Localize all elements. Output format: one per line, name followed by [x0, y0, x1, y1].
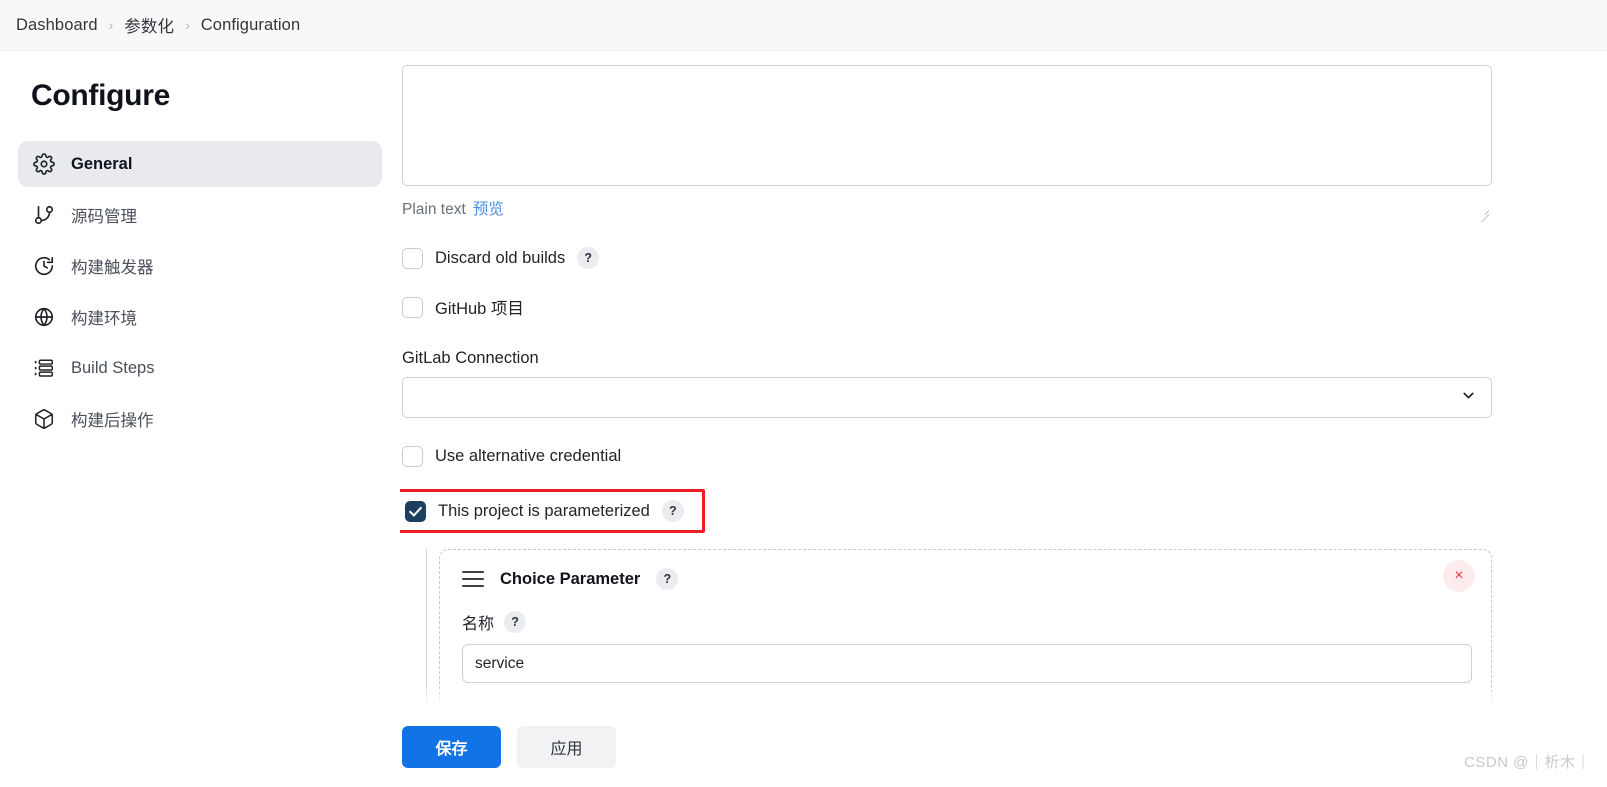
sidebar-item-build-triggers[interactable]: 构建触发器	[18, 243, 382, 289]
breadcrumb: Dashboard › 参数化 › Configuration	[0, 0, 1607, 51]
drag-handle-icon[interactable]	[462, 571, 484, 587]
description-preview-link[interactable]: 预览	[473, 197, 504, 219]
parameterized-checkbox[interactable]	[405, 500, 426, 522]
watermark: CSDN @｜析木｜	[1464, 754, 1591, 771]
page-body: Configure General 源码管理 构建触发器 构建环境 Build …	[0, 51, 1607, 787]
globe-icon	[32, 305, 56, 329]
breadcrumb-item-project[interactable]: 参数化	[124, 13, 174, 37]
parameter-name-label-row: 名称 ?	[462, 610, 1469, 634]
choice-parameter-title: Choice Parameter	[500, 569, 641, 588]
parameterized-highlight-box: This project is parameterized ?	[400, 489, 705, 533]
discard-old-builds-row[interactable]: Discard old builds ?	[402, 247, 1492, 269]
sidebar-item-label: 源码管理	[71, 208, 137, 226]
breadcrumb-item-configuration[interactable]: Configuration	[201, 16, 300, 35]
sidebar-item-label: 构建后操作	[71, 412, 154, 430]
description-textarea[interactable]	[402, 65, 1492, 186]
sidebar: Configure General 源码管理 构建触发器 构建环境 Build …	[0, 51, 400, 787]
sidebar-item-label: General	[71, 154, 133, 173]
parameterized-help-icon[interactable]: ?	[661, 500, 684, 522]
remove-parameter-button[interactable]: ×	[1443, 560, 1475, 592]
choice-parameter-card: Choice Parameter ? × 名称 ?	[439, 549, 1492, 710]
parameter-list: Choice Parameter ? × 名称 ?	[402, 549, 1492, 740]
package-icon	[32, 407, 56, 431]
use-alternative-credential-checkbox[interactable]	[402, 446, 423, 467]
parameterized-label: This project is parameterized	[438, 501, 650, 520]
sidebar-item-build-steps[interactable]: Build Steps	[18, 345, 382, 391]
page-title: Configure	[31, 79, 170, 112]
discard-old-builds-label: Discard old builds	[435, 248, 566, 267]
sidebar-item-post-build-actions[interactable]: 构建后操作	[18, 396, 382, 442]
discard-old-builds-checkbox[interactable]	[402, 247, 423, 269]
breadcrumb-separator: ›	[108, 17, 114, 33]
apply-button[interactable]: 应用	[517, 726, 616, 768]
breadcrumb-item-dashboard[interactable]: Dashboard	[16, 16, 98, 35]
sidebar-item-label: Build Steps	[71, 358, 155, 377]
github-project-row[interactable]: GitHub 项目	[402, 295, 1492, 319]
breadcrumb-separator: ›	[185, 17, 190, 33]
clock-icon	[32, 254, 56, 278]
form-action-bar: 保存 应用 CSDN @｜析木｜	[0, 685, 1607, 787]
github-project-checkbox[interactable]	[402, 296, 423, 318]
discard-old-builds-help-icon[interactable]: ?	[577, 247, 600, 269]
use-alternative-credential-label: Use alternative credential	[435, 447, 622, 465]
choice-parameter-header: Choice Parameter ?	[462, 568, 1469, 590]
chevron-down-icon	[1460, 387, 1477, 409]
parameter-name-input[interactable]	[462, 644, 1472, 683]
choice-parameter-help-icon[interactable]: ?	[656, 568, 679, 590]
gitlab-connection-select[interactable]	[402, 377, 1492, 418]
save-button[interactable]: 保存	[402, 726, 501, 768]
gear-icon	[32, 152, 56, 176]
sidebar-item-label: 构建触发器	[71, 259, 154, 277]
parameter-name-help-icon[interactable]: ?	[504, 611, 527, 633]
gitlab-connection-label: GitLab Connection	[402, 349, 539, 367]
github-project-label: GitHub 项目	[435, 300, 524, 318]
git-branch-icon	[32, 203, 56, 227]
sidebar-item-general[interactable]: General	[18, 141, 382, 187]
description-format-row: Plain text 预览	[402, 197, 1492, 219]
use-alternative-credential-row[interactable]: Use alternative credential	[402, 446, 1492, 467]
sidebar-nav: General 源码管理 构建触发器 构建环境 Build Steps 构建后操…	[18, 141, 382, 442]
sidebar-item-label: 构建环境	[71, 310, 137, 328]
description-format-label: Plain text	[402, 201, 466, 218]
parameter-name-label: 名称	[462, 616, 495, 633]
sidebar-item-source-code-management[interactable]: 源码管理	[18, 192, 382, 238]
list-steps-icon	[32, 356, 56, 380]
sidebar-item-build-environment[interactable]: 构建环境	[18, 294, 382, 340]
main-content: Plain text 预览 Discard old builds ? GitHu…	[400, 51, 1607, 787]
